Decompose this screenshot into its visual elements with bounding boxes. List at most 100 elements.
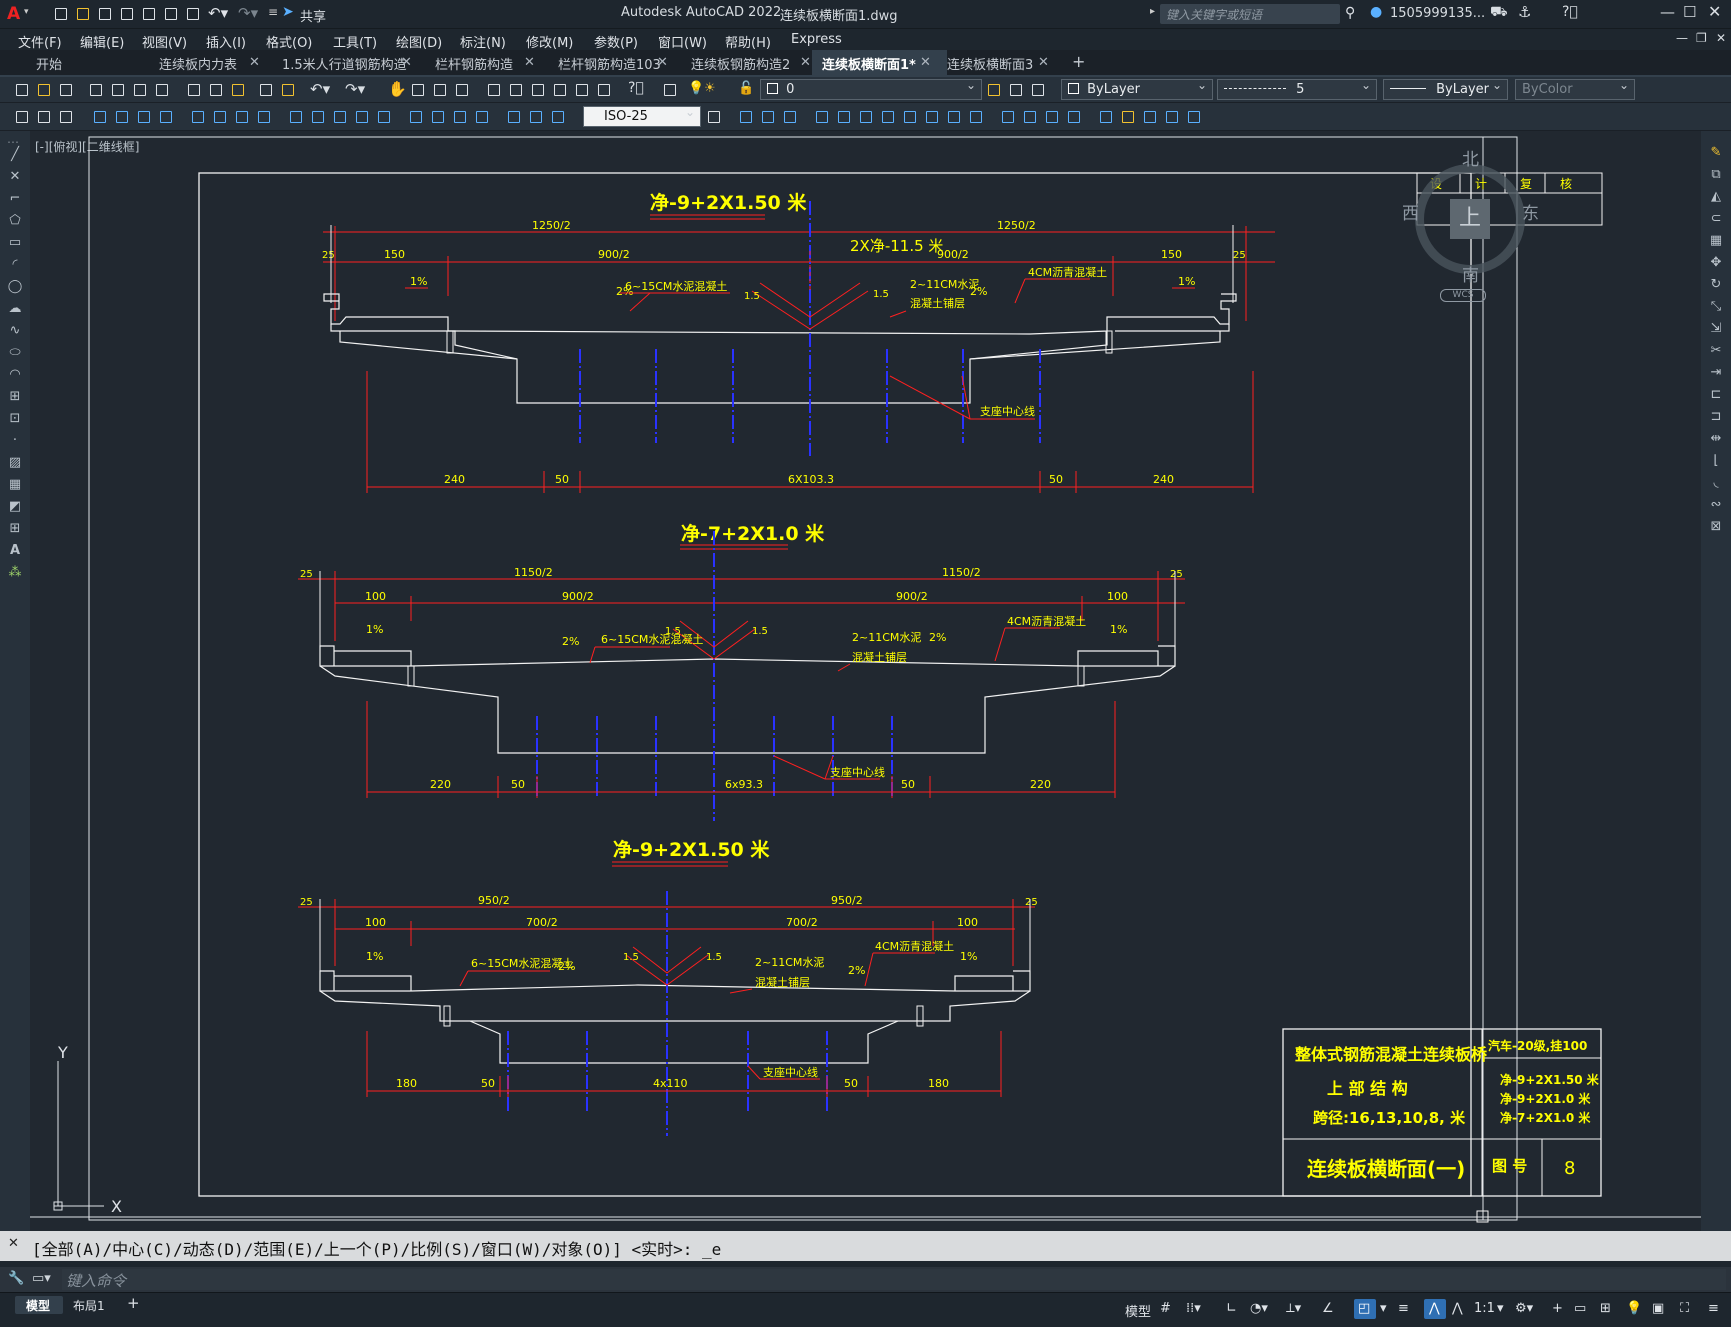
design-center-icon[interactable] <box>508 82 524 98</box>
save-as-icon[interactable] <box>119 6 135 22</box>
group-edit-icon[interactable] <box>782 109 798 125</box>
break-icon[interactable] <box>1164 109 1180 125</box>
color-dropdown[interactable]: ByLayer <box>1061 79 1213 100</box>
tab-slab-rebar-2[interactable]: 连续板钢筋构造2 <box>691 54 790 75</box>
move-icon[interactable]: ✥ <box>1708 255 1724 271</box>
menu-view[interactable]: 视图(V) <box>142 32 187 51</box>
tab-railing-rebar[interactable]: 栏杆钢筋构造 <box>435 54 513 75</box>
annotation-monitor-icon[interactable]: + <box>1552 1301 1563 1316</box>
compass-south[interactable]: 南 <box>1462 261 1479 286</box>
doc-minimize-icon[interactable]: — <box>1676 31 1688 45</box>
fillet-icon[interactable] <box>1022 109 1038 125</box>
polar-tracking-icon[interactable]: ◔▾ <box>1250 1301 1268 1316</box>
blend-icon[interactable] <box>1186 109 1202 125</box>
scale-icon[interactable] <box>924 109 940 125</box>
quick-dimension-icon[interactable] <box>288 109 304 125</box>
tab-close-icon[interactable]: ✕ <box>401 55 412 70</box>
layer-unlock-icon[interactable]: 🔓 <box>738 81 754 96</box>
explode-icon[interactable]: ⊠ <box>1708 519 1724 535</box>
tab-close-icon[interactable]: ✕ <box>1038 55 1049 70</box>
draw-order-icon[interactable] <box>14 109 30 125</box>
hatch-icon[interactable]: ▨ <box>7 455 23 471</box>
continue-dimension-icon[interactable] <box>332 109 348 125</box>
copy-object-icon[interactable] <box>836 109 852 125</box>
dimension-text-edit-icon[interactable] <box>528 109 544 125</box>
tab-slab-cross-section-3[interactable]: 连续板横断面3 <box>947 54 1033 75</box>
array-icon[interactable] <box>946 109 962 125</box>
new-file-icon[interactable] <box>53 6 69 22</box>
clean-screen-icon[interactable]: ⛶ <box>1680 1301 1689 1316</box>
add-layout-icon[interactable]: + <box>127 1294 140 1312</box>
plot-icon[interactable] <box>185 6 201 22</box>
plotstyle-dropdown[interactable]: ByColor <box>1515 79 1635 100</box>
help-icon[interactable]: ?⃝ <box>628 80 644 96</box>
open-from-web-icon[interactable] <box>141 6 157 22</box>
zoom-realtime-icon[interactable] <box>410 82 426 98</box>
aligned-dimension-icon[interactable] <box>114 109 130 125</box>
redo-icon[interactable]: ↷▾ <box>345 80 365 98</box>
baseline-dimension-icon[interactable] <box>310 109 326 125</box>
wcs-menu[interactable]: WCS <box>1440 289 1486 302</box>
hardware-acceleration-icon[interactable]: ▣ <box>1652 1301 1664 1316</box>
object-snap-tracking-icon[interactable]: ∠ <box>1322 1301 1334 1316</box>
revision-cloud-icon[interactable]: ☁ <box>7 301 23 317</box>
plot-preview-icon[interactable] <box>110 82 126 98</box>
search-expand-icon[interactable]: ▸ <box>1150 6 1155 17</box>
jogged-dimension-icon[interactable] <box>212 109 228 125</box>
dimension-space-icon[interactable] <box>354 109 370 125</box>
mirror-icon[interactable] <box>902 109 918 125</box>
menu-dimension[interactable]: 标注(N) <box>460 32 506 51</box>
ortho-icon[interactable]: ∟ <box>1226 1301 1237 1316</box>
autocad-logo-icon[interactable]: A <box>7 4 20 24</box>
doc-close-icon[interactable]: ✕ <box>1716 31 1726 45</box>
isodraft-icon[interactable]: ⟂▾ <box>1286 1301 1301 1316</box>
make-block-icon[interactable]: ⊡ <box>7 411 23 427</box>
save-icon[interactable] <box>97 6 113 22</box>
center-mark-icon[interactable] <box>430 109 446 125</box>
table-icon[interactable]: ⊞ <box>7 521 23 537</box>
tab-close-icon[interactable]: ✕ <box>920 55 931 70</box>
compass-west[interactable]: 西 <box>1402 199 1419 224</box>
compass-north[interactable]: 北 <box>1462 145 1479 170</box>
dimstyle-dropdown[interactable]: ISO-25 <box>583 106 701 127</box>
command-close-icon[interactable]: ✕ <box>8 1236 19 1251</box>
layer-previous-icon[interactable] <box>1008 82 1024 98</box>
object-snap-menu-icon[interactable]: ▾ <box>1380 1301 1387 1316</box>
rectangle-icon[interactable]: ▭ <box>7 235 23 251</box>
tab-close-icon[interactable]: ✕ <box>800 55 811 70</box>
tolerance-icon[interactable] <box>408 109 424 125</box>
model-space-button[interactable]: 模型 <box>1125 1301 1151 1320</box>
stretch-icon[interactable] <box>858 109 874 125</box>
menu-tools[interactable]: 工具(T) <box>333 32 377 51</box>
move-icon[interactable] <box>814 109 830 125</box>
undo-icon[interactable]: ↶▾ <box>208 4 228 22</box>
menu-parametric[interactable]: 参数(P) <box>594 32 638 51</box>
units-icon[interactable]: ▭ <box>1574 1301 1586 1316</box>
redo-icon[interactable]: ↷▾ <box>238 4 258 22</box>
zoom-previous-icon[interactable] <box>454 82 470 98</box>
viewcube[interactable]: 上 北 南 西 东 WCS <box>1390 139 1550 302</box>
dimension-break-icon[interactable] <box>376 109 392 125</box>
copy-icon[interactable]: ⧉ <box>1708 167 1724 183</box>
annotation-autoscale-icon[interactable]: ⋀ <box>1452 1301 1463 1316</box>
quick-access-dropdown-icon[interactable]: ≡ <box>268 5 278 19</box>
menu-file[interactable]: 文件(F) <box>18 32 62 51</box>
ungroup-icon[interactable] <box>760 109 776 125</box>
match-properties-icon[interactable] <box>258 82 274 98</box>
explode-icon[interactable] <box>1066 109 1082 125</box>
tab-sidewalk-rebar[interactable]: 1.5米人行道钢筋构造 <box>282 54 407 75</box>
maximize-icon[interactable]: ☐ <box>1683 3 1696 21</box>
extend-icon[interactable]: ⇥ <box>1708 365 1724 381</box>
ellipse-icon[interactable]: ⬭ <box>7 345 23 361</box>
menu-help[interactable]: 帮助(H) <box>725 32 771 51</box>
menu-insert[interactable]: 插入(I) <box>206 32 246 51</box>
chamfer-icon[interactable]: ⌊ <box>1708 453 1724 469</box>
undo-icon[interactable]: ↶▾ <box>310 80 330 98</box>
user-name[interactable]: 1505999135... <box>1390 6 1485 21</box>
markup-icon[interactable] <box>574 82 590 98</box>
menu-modify[interactable]: 修改(M) <box>526 32 573 51</box>
angular-dimension-icon[interactable] <box>256 109 272 125</box>
share-button[interactable]: 共享 <box>300 6 326 25</box>
rotate-icon[interactable] <box>880 109 896 125</box>
publish-icon[interactable] <box>132 82 148 98</box>
